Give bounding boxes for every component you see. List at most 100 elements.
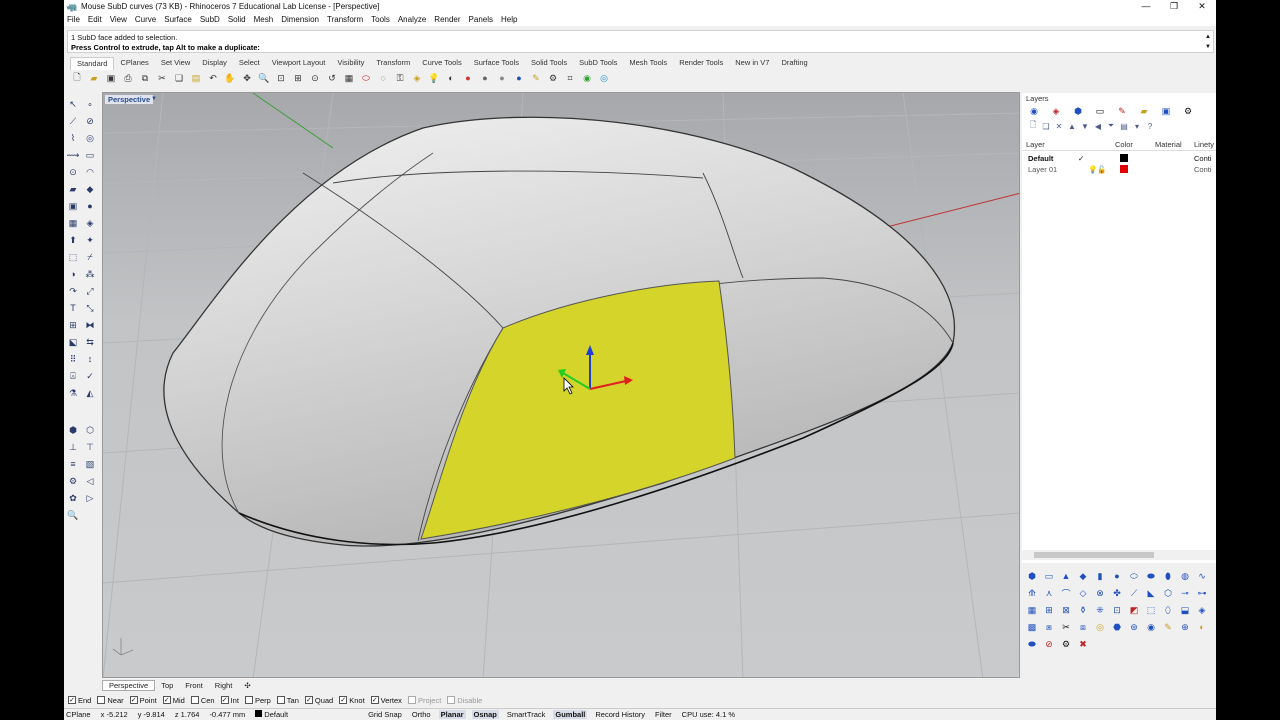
display-tab-icon[interactable]: ▭ — [1094, 105, 1106, 117]
help-tab-icon[interactable]: ⚙ — [1182, 105, 1194, 117]
palette-explode-icon[interactable]: ⚙ — [1060, 638, 1072, 650]
material-icon[interactable]: ✎ — [529, 71, 543, 85]
palette-grid-icon[interactable]: ⊞ — [1043, 604, 1055, 616]
palette-weld-icon[interactable]: ⊠ — [1060, 604, 1072, 616]
menu-view[interactable]: View — [110, 15, 127, 24]
menu-subd[interactable]: SubD — [200, 15, 220, 24]
palette-retopo-icon[interactable]: ⧆ — [1043, 621, 1055, 633]
view-tab-top[interactable]: Top — [155, 681, 179, 690]
palette-mesh-icon[interactable]: ▦ — [1026, 604, 1038, 616]
command-area[interactable]: 1 SubD face added to selection. Press Co… — [67, 30, 1214, 53]
scale-icon[interactable]: ⤡ — [83, 301, 97, 315]
boolean-icon[interactable]: ✦ — [83, 233, 97, 247]
new-icon[interactable]: 🗋 — [70, 71, 84, 85]
palette-pattern-icon[interactable]: ⁜ — [1094, 604, 1106, 616]
view-tab-perspective[interactable]: Perspective — [102, 679, 156, 691]
status-record-history[interactable]: Record History — [593, 710, 647, 719]
palette-orient-icon[interactable]: ⊛ — [1128, 621, 1140, 633]
box-icon[interactable]: ▣ — [66, 199, 80, 213]
palette-tube-icon[interactable]: ● — [1111, 570, 1123, 582]
orient-icon[interactable]: ⇆ — [83, 335, 97, 349]
pan-icon[interactable]: ✋ — [223, 71, 237, 85]
tab-cplanes[interactable]: CPlanes — [114, 57, 154, 69]
menu-dimension[interactable]: Dimension — [281, 15, 319, 24]
checkbox-icon[interactable] — [447, 696, 456, 704]
menu-panels[interactable]: Panels — [469, 15, 493, 24]
palette-crease-icon[interactable]: ⌒ — [1060, 587, 1072, 599]
command-prompt[interactable]: Press Control to extrude, tap Alt to mak… — [71, 43, 260, 52]
tab-curve-tools[interactable]: Curve Tools — [416, 57, 467, 69]
paste-icon[interactable]: ▤ — [189, 71, 203, 85]
command-scroll-icon[interactable]: ▲ ▼ — [1205, 32, 1211, 52]
palette-frame-icon[interactable]: ⊡ — [1111, 604, 1123, 616]
osnap-perp[interactable]: Perp — [244, 696, 271, 705]
tab-surface-tools[interactable]: Surface Tools — [468, 57, 525, 69]
status-ortho[interactable]: Ortho — [410, 710, 433, 719]
undo-icon[interactable]: ↶ — [206, 71, 220, 85]
copy-icon[interactable]: ❏ — [172, 71, 186, 85]
details-icon[interactable]: ≡ — [66, 457, 80, 471]
surface-icon[interactable]: ▰ — [66, 182, 80, 196]
new-layer-icon[interactable]: 🗋 — [1028, 120, 1038, 131]
tab-transform[interactable]: Transform — [370, 57, 416, 69]
tab-viewport-layout[interactable]: Viewport Layout — [266, 57, 332, 69]
layer-row[interactable]: Default ✓ Conti — [1022, 153, 1216, 164]
palette-cylinder-icon[interactable]: ▮ — [1094, 570, 1106, 582]
polyline-icon[interactable]: ⟋ — [66, 114, 80, 128]
palette-capsule-icon[interactable]: ⬮ — [1162, 570, 1174, 582]
checkbox-icon[interactable] — [407, 696, 416, 704]
arc-icon[interactable]: ◎ — [83, 131, 97, 145]
history-icon[interactable]: ⚙ — [66, 474, 80, 488]
close-icon[interactable]: ✕ — [1188, 0, 1216, 13]
zoom-selected-icon[interactable]: ⊙ — [308, 71, 322, 85]
sphere-icon[interactable]: ● — [83, 199, 97, 213]
palette-sphere-icon[interactable]: ⬢ — [1026, 570, 1038, 582]
layer-name[interactable]: Layer 01 — [1028, 165, 1057, 174]
palette-subdivide-icon[interactable]: ◇ — [1077, 587, 1089, 599]
scroll-thumb[interactable] — [1034, 552, 1154, 558]
text-icon[interactable]: ⚗ — [66, 386, 80, 400]
menu-edit[interactable]: Edit — [88, 15, 102, 24]
osnap-point[interactable]: ✓ Point — [129, 696, 157, 705]
palette-paint-icon[interactable]: ✎ — [1162, 621, 1174, 633]
rendered-icon[interactable]: ● — [495, 71, 509, 85]
palette-shrink-icon[interactable]: ⬓ — [1179, 604, 1191, 616]
layer-states-icon[interactable]: ▤ — [1119, 121, 1129, 131]
palette-smooth-icon[interactable]: ⬚ — [1145, 604, 1157, 616]
layer-color-swatch[interactable] — [1120, 154, 1128, 162]
palette-torus-icon[interactable]: ⬭ — [1128, 570, 1140, 582]
osnap-quad[interactable]: ✓ Quad — [304, 696, 333, 705]
zoom-window-icon[interactable]: ⊡ — [274, 71, 288, 85]
tab-render-tools[interactable]: Render Tools — [673, 57, 729, 69]
bulb-icon[interactable]: 💡 — [1088, 165, 1097, 174]
menu-solid[interactable]: Solid — [228, 15, 246, 24]
menu-tools[interactable]: Tools — [371, 15, 390, 24]
menu-file[interactable]: File — [67, 15, 80, 24]
transform-icon[interactable]: ⬕ — [66, 335, 80, 349]
hide-icon[interactable]: ◌ — [376, 71, 390, 85]
tab-standard[interactable]: Standard — [70, 56, 115, 70]
osnap-near[interactable]: Near — [97, 696, 124, 705]
checkbox-icon[interactable]: ✓ — [162, 696, 171, 704]
osnap-vertex[interactable]: ✓ Vertex — [370, 696, 402, 705]
properties-tab-icon[interactable]: ◉ — [1028, 105, 1040, 117]
tab-select[interactable]: Select — [233, 57, 266, 69]
palette-slice-icon[interactable]: ⧈ — [1077, 621, 1089, 633]
layers-horizontal-scrollbar[interactable] — [1022, 550, 1216, 560]
open-icon[interactable]: ▰ — [87, 71, 101, 85]
menu-mesh[interactable]: Mesh — [254, 15, 274, 24]
array-icon[interactable]: ⊞ — [66, 318, 80, 332]
checkbox-icon[interactable]: ✓ — [304, 696, 313, 704]
palette-bridge-icon[interactable]: ⋏ — [1043, 587, 1055, 599]
checkbox-icon[interactable]: ✓ — [220, 696, 229, 704]
viewport-canvas[interactable] — [103, 93, 1020, 678]
checkbox-icon[interactable] — [276, 696, 285, 704]
render-tab-icon[interactable]: ⬢ — [1072, 105, 1084, 117]
rotate-icon[interactable]: ✥ — [240, 71, 254, 85]
osnap-int[interactable]: ✓ Int — [220, 696, 239, 705]
cplane-icon[interactable]: ⌗ — [563, 71, 577, 85]
tab-set-view[interactable]: Set View — [155, 57, 196, 69]
filter-icon[interactable]: ⏷ — [1106, 121, 1116, 131]
view-tab-right[interactable]: Right — [209, 681, 239, 690]
tab-visibility[interactable]: Visibility — [331, 57, 370, 69]
